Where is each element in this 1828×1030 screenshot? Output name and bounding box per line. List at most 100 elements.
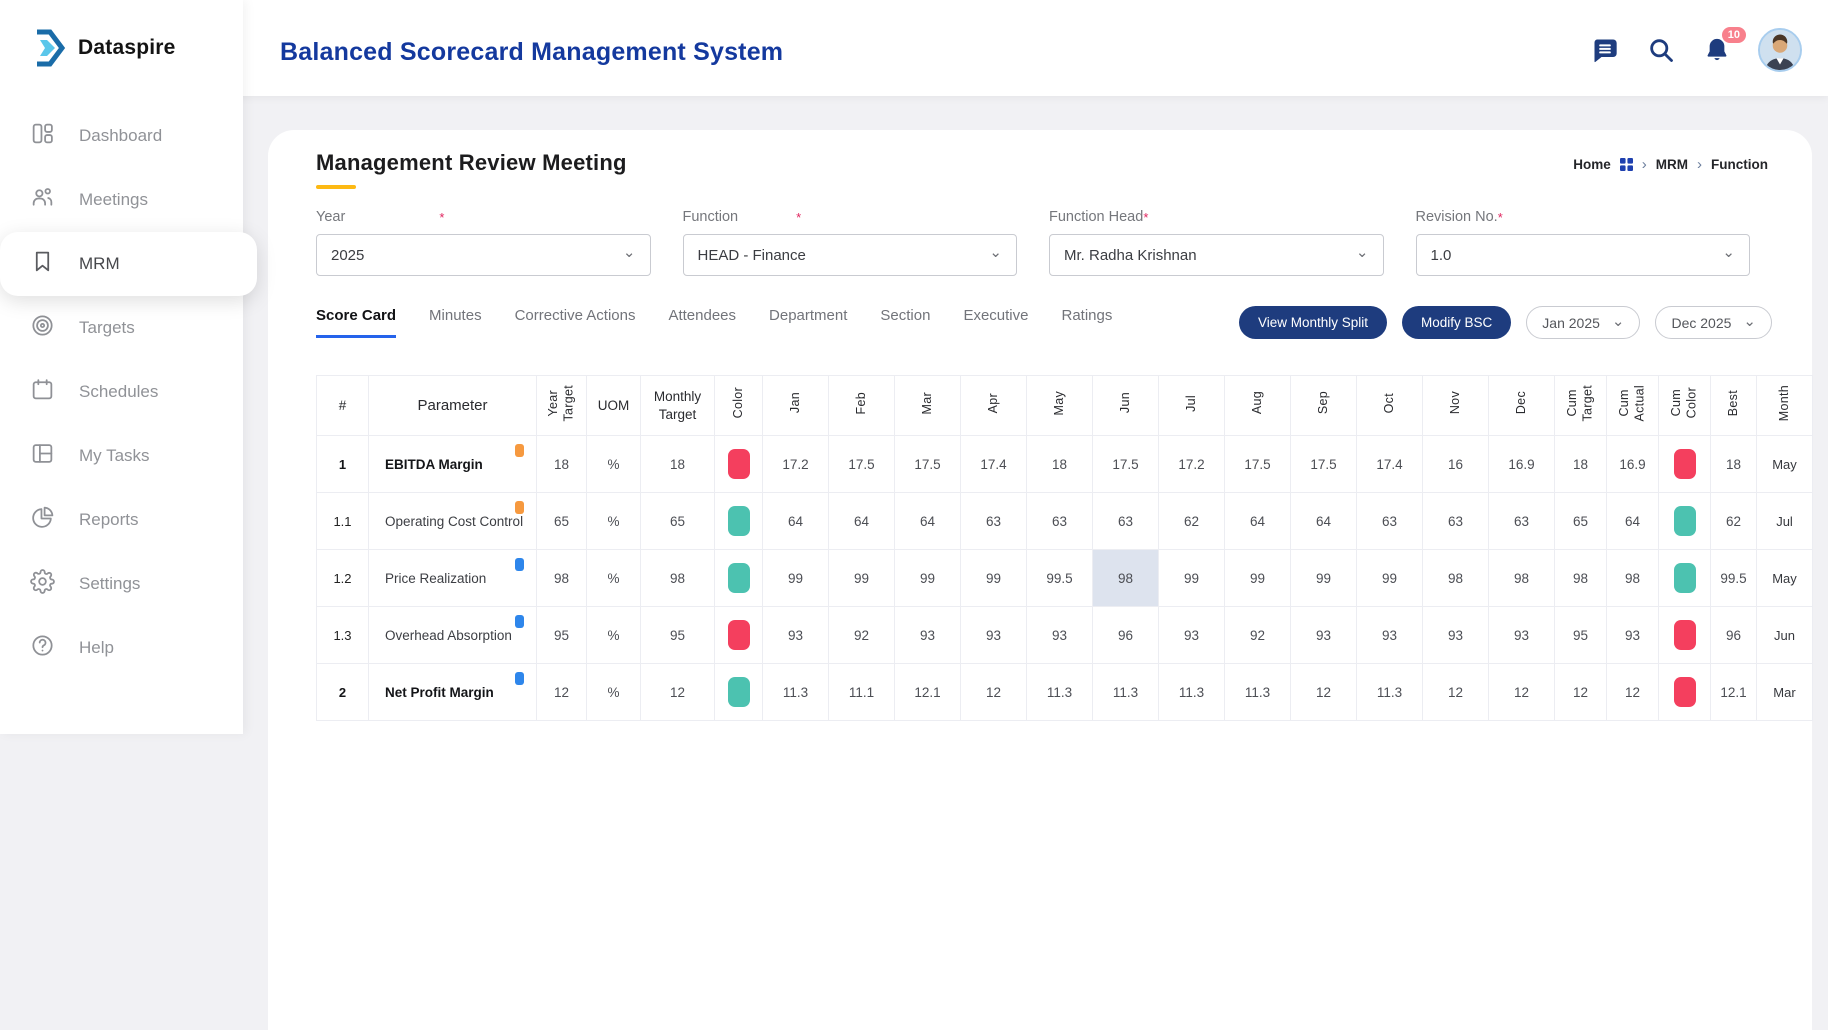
month-value[interactable]: 98 <box>1093 550 1159 607</box>
month-value[interactable]: 93 <box>1357 607 1423 664</box>
month-value[interactable]: 64 <box>895 493 961 550</box>
month-value[interactable]: 18 <box>1027 436 1093 493</box>
view-monthly-split-button[interactable]: View Monthly Split <box>1239 306 1387 339</box>
month-value[interactable]: 63 <box>1357 493 1423 550</box>
sidebar-item-schedules[interactable]: Schedules <box>0 360 243 424</box>
filter-select-function-head[interactable]: Mr. Radha Krishnan⌄ <box>1049 234 1384 276</box>
cum-target: 18 <box>1555 436 1607 493</box>
month-value[interactable]: 12 <box>1291 664 1357 721</box>
month-value[interactable]: 63 <box>1093 493 1159 550</box>
month-value[interactable]: 63 <box>1489 493 1555 550</box>
month-value[interactable]: 64 <box>763 493 829 550</box>
sidebar-item-label: Meetings <box>79 190 148 210</box>
sidebar-item-dashboard[interactable]: Dashboard <box>0 104 243 168</box>
column-header-label: Color <box>731 387 747 418</box>
month-value[interactable]: 11.3 <box>1027 664 1093 721</box>
tab-score-card[interactable]: Score Card <box>316 307 396 338</box>
breadcrumb-item-home[interactable]: Home <box>1573 157 1611 172</box>
tab-minutes[interactable]: Minutes <box>429 307 482 338</box>
month-value[interactable]: 12 <box>961 664 1027 721</box>
month-value[interactable]: 17.5 <box>829 436 895 493</box>
sidebar-item-targets[interactable]: Targets <box>0 296 243 360</box>
month-value[interactable]: 63 <box>1027 493 1093 550</box>
month-value[interactable]: 93 <box>895 607 961 664</box>
sidebar-item-settings[interactable]: Settings <box>0 552 243 616</box>
month-value[interactable]: 17.5 <box>1291 436 1357 493</box>
month-value[interactable]: 64 <box>829 493 895 550</box>
month-value[interactable]: 17.2 <box>1159 436 1225 493</box>
month-value[interactable]: 64 <box>1225 493 1291 550</box>
month-value[interactable]: 17.5 <box>895 436 961 493</box>
month-value[interactable]: 99.5 <box>1027 550 1093 607</box>
tab-corrective-actions[interactable]: Corrective Actions <box>515 307 636 338</box>
bell-icon[interactable]: 10 <box>1702 35 1732 65</box>
month-value[interactable]: 17.4 <box>1357 436 1423 493</box>
month-value[interactable]: 16 <box>1423 436 1489 493</box>
main-area: Management Review Meeting Home›MRM›Funct… <box>243 96 1828 734</box>
sidebar-item-mrm[interactable]: MRM <box>0 232 257 296</box>
month-value[interactable]: 17.4 <box>961 436 1027 493</box>
month-value[interactable]: 99 <box>829 550 895 607</box>
month-value[interactable]: 63 <box>961 493 1027 550</box>
filter-select-function[interactable]: HEAD - Finance⌄ <box>683 234 1018 276</box>
month-value[interactable]: 17.2 <box>763 436 829 493</box>
month-value[interactable]: 93 <box>961 607 1027 664</box>
month-value[interactable]: 16.9 <box>1489 436 1555 493</box>
month-value[interactable]: 17.5 <box>1225 436 1291 493</box>
tab-attendees[interactable]: Attendees <box>668 307 736 338</box>
sidebar-item-mytasks[interactable]: My Tasks <box>0 424 243 488</box>
month-value[interactable]: 63 <box>1423 493 1489 550</box>
filter-select-year[interactable]: 2025⌄ <box>316 234 651 276</box>
month-value[interactable]: 12 <box>1489 664 1555 721</box>
modify-bsc-button[interactable]: Modify BSC <box>1402 306 1511 339</box>
month-value[interactable]: 93 <box>1423 607 1489 664</box>
month-value[interactable]: 93 <box>1291 607 1357 664</box>
filter-select-revision-no[interactable]: 1.0⌄ <box>1416 234 1751 276</box>
page-header: Management Review Meeting Home›MRM›Funct… <box>316 150 1812 189</box>
month-value[interactable]: 12 <box>1423 664 1489 721</box>
tab-executive[interactable]: Executive <box>963 307 1028 338</box>
month-value[interactable]: 11.3 <box>1225 664 1291 721</box>
month-value[interactable]: 99 <box>763 550 829 607</box>
month-value[interactable]: 92 <box>829 607 895 664</box>
chat-icon[interactable] <box>1590 35 1620 65</box>
selected-value: 2025 <box>331 247 364 264</box>
month-value[interactable]: 99 <box>1225 550 1291 607</box>
tab-section[interactable]: Section <box>880 307 930 338</box>
month-value[interactable]: 93 <box>763 607 829 664</box>
month-value[interactable]: 11.3 <box>1357 664 1423 721</box>
month-value[interactable]: 99 <box>895 550 961 607</box>
color-cell <box>715 607 763 664</box>
month-value[interactable]: 99 <box>1159 550 1225 607</box>
month-value[interactable]: 92 <box>1225 607 1291 664</box>
search-icon[interactable] <box>1646 35 1676 65</box>
sidebar-item-reports[interactable]: Reports <box>0 488 243 552</box>
sidebar-item-meetings[interactable]: Meetings <box>0 168 243 232</box>
month-value[interactable]: 96 <box>1093 607 1159 664</box>
month-value[interactable]: 17.5 <box>1093 436 1159 493</box>
month-value[interactable]: 99 <box>1291 550 1357 607</box>
month-value[interactable]: 98 <box>1423 550 1489 607</box>
month-value[interactable]: 11.3 <box>763 664 829 721</box>
month-value[interactable]: 99 <box>1357 550 1423 607</box>
month-value[interactable]: 11.3 <box>1093 664 1159 721</box>
month-value[interactable]: 64 <box>1291 493 1357 550</box>
month-value[interactable]: 11.3 <box>1159 664 1225 721</box>
month-value[interactable]: 93 <box>1159 607 1225 664</box>
tab-department[interactable]: Department <box>769 307 847 338</box>
breadcrumb-item-function[interactable]: Function <box>1711 157 1768 172</box>
month-value[interactable]: 12.1 <box>895 664 961 721</box>
range-from-select[interactable]: Jan 2025 ⌄ <box>1526 306 1640 339</box>
sidebar-item-help[interactable]: Help <box>0 616 243 680</box>
month-value[interactable]: 93 <box>1027 607 1093 664</box>
column-header-label: Aug <box>1250 391 1266 414</box>
month-value[interactable]: 62 <box>1159 493 1225 550</box>
range-to-select[interactable]: Dec 2025 ⌄ <box>1655 306 1772 339</box>
breadcrumb-item-mrm[interactable]: MRM <box>1656 157 1688 172</box>
month-value[interactable]: 93 <box>1489 607 1555 664</box>
month-value[interactable]: 11.1 <box>829 664 895 721</box>
tab-ratings[interactable]: Ratings <box>1062 307 1113 338</box>
month-value[interactable]: 99 <box>961 550 1027 607</box>
avatar[interactable] <box>1758 28 1802 72</box>
month-value[interactable]: 98 <box>1489 550 1555 607</box>
